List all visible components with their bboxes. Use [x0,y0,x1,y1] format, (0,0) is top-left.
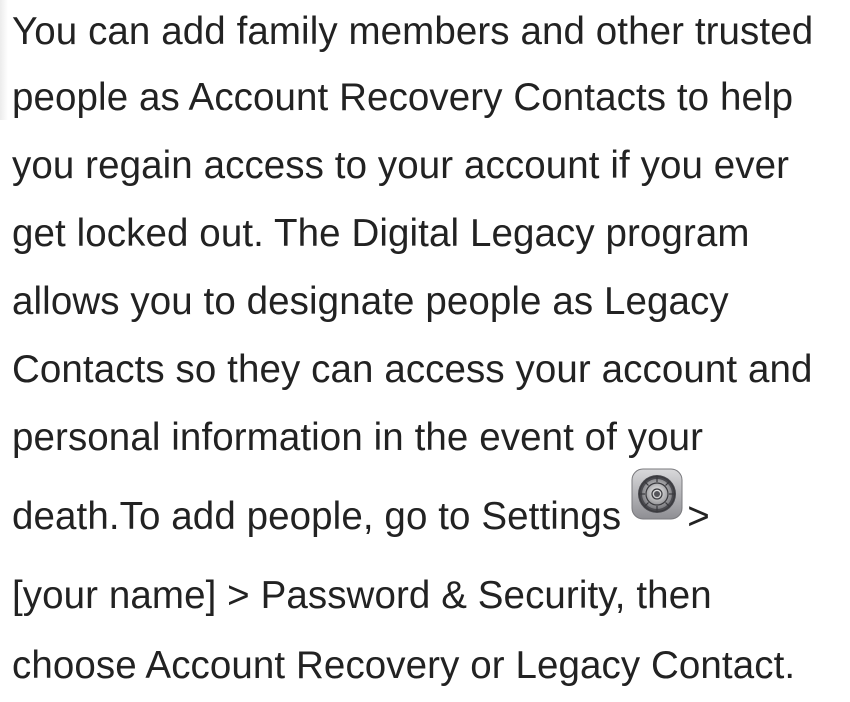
paragraph-line: You can add family members and other tru… [12,10,814,53]
settings-instruction-text: death.To add people, go to Settings [12,495,622,538]
paragraph-line: allows you to designate people as Legacy [12,280,729,323]
paragraph-line: choose Account Recovery or Legacy Contac… [12,644,796,687]
page-edge-shadow [0,0,8,120]
paragraph-line: Contacts so they can access your account… [12,348,813,391]
paragraph-line: get locked out. The Digital Legacy progr… [12,212,750,255]
paragraph-line: you regain access to your account if you… [12,144,790,187]
article-paragraph: You can add family members and other tru… [12,0,848,702]
paragraph-line: personal information in the event of you… [12,416,704,459]
paragraph-line: people as Account Recovery Contacts to h… [12,76,794,119]
paragraph-line: [your name] > Password & Security, then [12,574,712,617]
paragraph-line-with-icon: death.To add people, go to Settings > [12,468,848,562]
separator-chevron-text: > [687,495,710,538]
settings-gear-icon [631,468,683,520]
